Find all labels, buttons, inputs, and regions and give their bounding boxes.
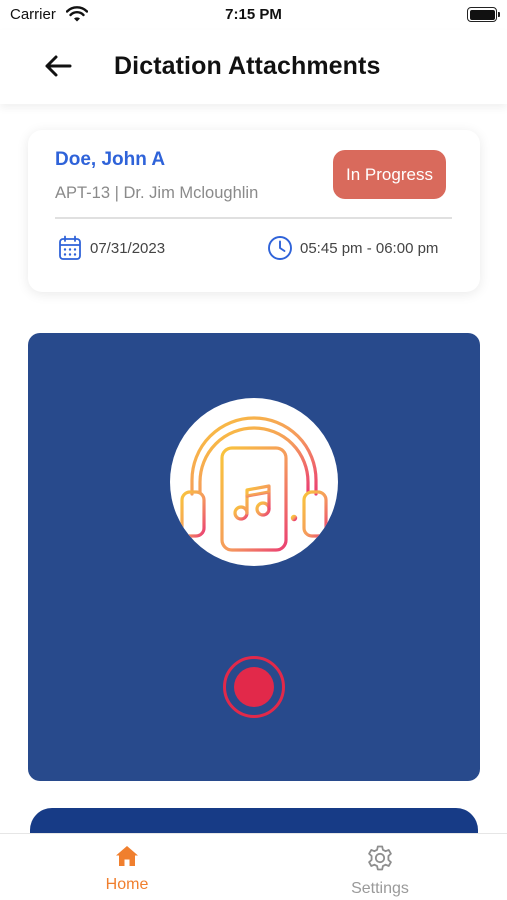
tab-settings[interactable]: Settings xyxy=(320,844,440,898)
status-bar: Carrier 7:15 PM xyxy=(0,0,507,30)
clock-icon xyxy=(268,236,292,260)
headphones-phone-music-icon xyxy=(170,398,338,566)
patient-name: Doe, John A xyxy=(55,149,166,170)
tab-home-label: Home xyxy=(105,876,149,893)
appointment-date: 07/31/2023 xyxy=(58,235,165,261)
card-divider xyxy=(55,217,452,219)
record-button[interactable] xyxy=(223,656,285,718)
tab-bar: Home Settings xyxy=(0,833,507,900)
date-text: 07/31/2023 xyxy=(90,239,166,257)
home-icon xyxy=(116,846,138,866)
tab-settings-label: Settings xyxy=(351,880,409,897)
appointment-card[interactable]: Doe, John A APT-13 | Dr. Jim Mcloughlin … xyxy=(28,130,480,292)
tab-home[interactable]: Home xyxy=(67,844,187,894)
status-time: 7:15 PM xyxy=(225,6,282,23)
calendar-icon xyxy=(59,235,81,260)
appointment-time: 05:45 pm - 06:00 pm xyxy=(267,235,438,261)
gear-icon xyxy=(368,845,392,871)
appointment-subtitle: APT-13 | Dr. Jim Mcloughlin xyxy=(55,184,259,202)
battery-icon xyxy=(467,7,500,22)
back-button[interactable] xyxy=(38,48,78,84)
arrow-left-icon xyxy=(45,55,72,77)
app-header: Dictation Attachments xyxy=(0,30,507,104)
status-badge: In Progress xyxy=(333,150,446,199)
record-icon xyxy=(234,667,274,707)
time-range-text: 05:45 pm - 06:00 pm xyxy=(300,239,439,257)
page-title: Dictation Attachments xyxy=(114,52,381,80)
recorder-panel xyxy=(28,333,480,781)
